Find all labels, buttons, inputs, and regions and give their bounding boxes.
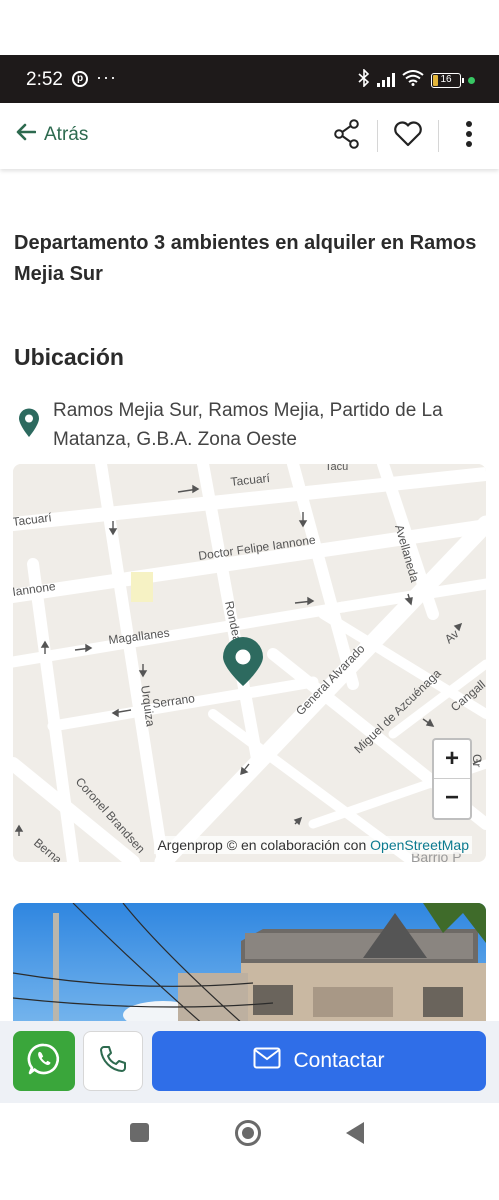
home-button[interactable]: [235, 1120, 261, 1146]
battery-icon: 16: [431, 72, 464, 88]
heart-icon: [393, 120, 423, 152]
whatsapp-icon: [27, 1042, 61, 1081]
street-label: Gr: [470, 754, 484, 767]
app-bar: Atrás: [0, 103, 499, 169]
more-vert-icon: [465, 120, 473, 153]
back-button[interactable]: Atrás: [16, 123, 88, 147]
address-text: Ramos Mejia Sur, Ramos Mejia, Partido de…: [53, 400, 443, 450]
more-options-button[interactable]: [439, 117, 499, 155]
contact-button[interactable]: Contactar: [152, 1031, 486, 1091]
call-button[interactable]: [83, 1031, 143, 1091]
battery-level: 16: [440, 73, 452, 85]
arrow-left-icon: [16, 123, 37, 147]
phone-icon: [97, 1043, 129, 1080]
bluetooth-icon: [358, 67, 370, 92]
top-blank: [0, 0, 499, 55]
pinterest-icon: p: [72, 71, 88, 87]
app-bar-actions: [317, 117, 499, 155]
map-pin-icon: [18, 408, 40, 443]
listing-photo[interactable]: [13, 903, 486, 1033]
system-back-button[interactable]: [346, 1122, 364, 1144]
share-button[interactable]: [317, 117, 377, 155]
back-label: Atrás: [44, 124, 89, 145]
contact-bar: Contactar: [0, 1021, 499, 1103]
signal-icon: [377, 73, 395, 87]
attribution-text: Argenprop © en colaboración con: [157, 837, 371, 853]
map-attribution: Argenprop © en colaboración con OpenStre…: [154, 836, 472, 854]
recents-button[interactable]: [130, 1123, 149, 1142]
status-bar: 2:52 p ··· 16: [0, 55, 499, 103]
location-heading: Ubicación: [14, 344, 124, 370]
street-label: Tacu: [325, 464, 348, 473]
system-nav-bar: [0, 1103, 499, 1200]
system-icons: 16: [358, 67, 475, 92]
location-map[interactable]: Tacuarí Tacu Tacuarí Doctor Felipe Ianno…: [13, 464, 486, 862]
privacy-dot: [468, 76, 475, 84]
map-tiles: Tacuarí Tacu Tacuarí Doctor Felipe Ianno…: [13, 464, 486, 862]
contact-label: Contactar: [293, 1049, 385, 1072]
whatsapp-button[interactable]: [13, 1031, 75, 1091]
openstreetmap-link[interactable]: OpenStreetMap: [370, 837, 469, 853]
status-overflow: ···: [96, 67, 117, 87]
zoom-out-button[interactable]: −: [434, 779, 470, 818]
mail-icon: [253, 1047, 281, 1075]
listing-title: Departamento 3 ambientes en alquiler en …: [14, 232, 477, 285]
share-icon: [334, 118, 360, 154]
photo-image: [13, 903, 486, 1033]
status-time: 2:52: [26, 69, 63, 90]
wifi-icon: [402, 69, 424, 91]
zoom-control: + −: [432, 738, 472, 820]
zoom-in-button[interactable]: +: [434, 740, 470, 779]
favorite-button[interactable]: [378, 117, 438, 155]
